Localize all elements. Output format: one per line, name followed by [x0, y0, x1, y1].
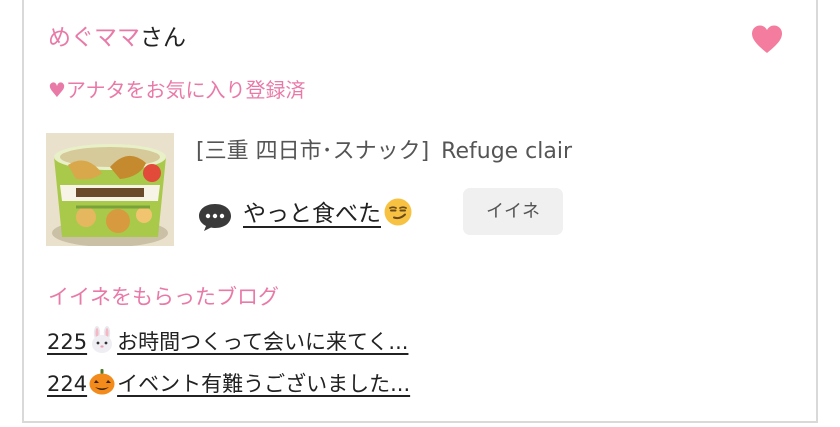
jack-o-lantern-emoji	[89, 369, 115, 395]
liked-blog-link[interactable]: 225 お時間つくって会いに来てく...	[47, 326, 408, 357]
liked-blog-link[interactable]: 224 イベント有難うございました...	[47, 368, 410, 399]
speech-bubble-icon	[199, 204, 231, 231]
shop-name[interactable]: Refuge clair	[441, 139, 572, 164]
post-title-link[interactable]: やっと食べた	[243, 196, 413, 232]
user-honorific: さん	[140, 25, 186, 51]
heart-icon[interactable]	[751, 24, 783, 56]
blog-number: 225	[47, 330, 88, 354]
blog-number: 224	[47, 372, 88, 396]
like-button[interactable]: イイネ	[463, 188, 563, 235]
user-name[interactable]: めぐママ	[48, 25, 140, 51]
blog-title: イベント有難うございました...	[117, 372, 411, 396]
post-title: やっと食べた	[243, 201, 381, 227]
noodle-cup-image	[46, 133, 174, 246]
shop-region: [三重 四日市･スナック]	[196, 139, 430, 164]
blog-title: お時間つくって会いに来てく...	[117, 330, 409, 354]
liked-blogs-heading: イイネをもらったブログ	[48, 285, 279, 309]
user-line: めぐママさん	[48, 22, 186, 54]
post-thumbnail[interactable]	[46, 133, 174, 246]
user-card: めぐママさん ♥アナタをお気に入り登録済 [三重 四日市･スナック] Refuge…	[22, 0, 818, 423]
smirking-face-emoji	[384, 198, 412, 226]
rabbit-face-emoji	[92, 326, 113, 353]
shop-info: [三重 四日市･スナック] Refuge clair	[196, 137, 572, 167]
favorite-status: ♥アナタをお気に入り登録済	[48, 78, 306, 102]
